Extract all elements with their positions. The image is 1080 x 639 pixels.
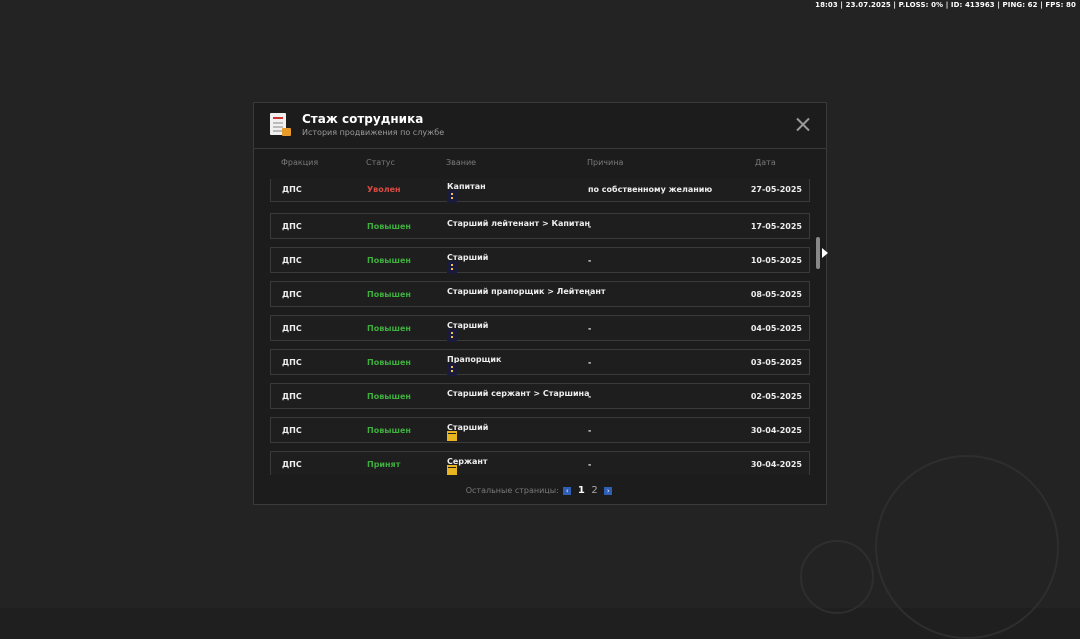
row-status: Уволен [367,185,401,194]
row-status: Повышен [367,222,411,231]
row-reason: - [588,392,592,401]
pagination: Остальные страницы: ‹ 1 2 › [254,485,826,496]
table-row[interactable]: ДПС Повышен Прапорщик - 03-05-2025 [270,349,810,376]
mouse-cursor-icon [822,248,828,258]
speedometer-icon [875,455,1059,639]
row-status: Принят [367,460,401,469]
scrollbar[interactable] [816,237,820,269]
row-date: 27-05-2025 [750,185,802,194]
row-rank: Старший [447,423,488,441]
col-status: Статус [366,158,395,167]
row-status: Повышен [367,290,411,299]
modal-subtitle: История продвижения по службе [302,128,445,137]
modal-header: Стаж сотрудника История продвижения по с… [254,103,826,149]
row-rank: Старший сержант > Старшина [447,389,589,398]
rank-insignia-icon [447,465,457,475]
row-reason: - [588,290,592,299]
row-faction: ДПС [282,460,302,469]
gauge-icon [800,540,874,614]
rank-insignia-icon [447,190,457,203]
row-reason: по собственному желанию [588,185,713,194]
rank-insignia-icon [447,261,457,274]
row-date: 03-05-2025 [750,358,802,367]
row-status: Повышен [367,392,411,401]
row-reason: - [588,426,592,435]
rank-insignia-icon [447,363,457,376]
table-row[interactable]: ДПС Повышен Старший прапорщик > Лейтенант -… [270,281,810,307]
table-row[interactable]: ДПС Повышен Старший - 04-05-2025 [270,315,810,342]
row-faction: ДПС [282,222,302,231]
table-header: Фракция Статус Звание Причина Дата [254,158,826,170]
row-status: Повышен [367,358,411,367]
row-faction: ДПС [282,392,302,401]
table-row[interactable]: ДПС Принят Сержант - 30-04-2025 [270,451,810,475]
row-status: Повышен [367,426,411,435]
page-1-button[interactable]: 1 [578,485,585,496]
table-row[interactable]: ДПС Повышен Старший - 10-05-2025 [270,247,810,274]
row-reason: - [588,358,592,367]
next-page-button[interactable]: › [604,486,613,495]
col-faction: Фракция [281,158,319,167]
table-row[interactable]: ДПС Повышен Старший лейтенант > Капитан - 17… [270,213,810,239]
row-faction: ДПС [282,324,302,333]
row-reason: - [588,222,592,231]
row-rank: Старший прапорщик > Лейтенант [447,287,606,296]
row-faction: ДПС [282,358,302,367]
employee-history-modal: Стаж сотрудника История продвижения по с… [253,102,827,505]
row-rank: Старший лейтенант > Капитан [447,219,590,228]
page-2-button[interactable]: 2 [591,485,597,496]
prev-page-button[interactable]: ‹ [563,486,572,495]
row-faction: ДПС [282,290,302,299]
row-faction: ДПС [282,256,302,265]
row-faction: ДПС [282,185,302,194]
col-date: Дата [755,158,776,167]
row-reason: - [588,460,592,469]
table-row[interactable]: ДПС Повышен Старший - 30-04-2025 [270,417,810,443]
col-reason: Причина [587,158,624,167]
history-list[interactable]: ДПС Уволен Капитан по собственному желанию 2… [270,179,811,475]
row-date: 08-05-2025 [750,290,802,299]
row-rank-text: Старший сержант > Старшина [447,389,590,398]
col-rank: Звание [446,158,477,167]
row-status: Повышен [367,324,411,333]
row-rank: Старший [447,321,488,342]
close-icon[interactable] [796,117,810,131]
row-rank-text: Старший лейтенант > Капитан [447,219,591,228]
table-row[interactable]: ДПС Повышен Старший сержант > Старшина - 02-… [270,383,810,409]
row-rank: Старший [447,253,488,274]
row-rank-text: Старший прапорщик > Лейтенант [447,287,606,296]
row-reason: - [588,256,592,265]
table-row[interactable]: ДПС Уволен Капитан по собственному желанию 2… [270,179,810,203]
modal-title: Стаж сотрудника [302,112,424,126]
row-rank: Капитан [447,182,486,203]
row-rank: Прапорщик [447,355,501,376]
row-status: Повышен [367,256,411,265]
status-bar: 18:03 | 23.07.2025 | P.LOSS: 0% | ID: 41… [815,1,1076,9]
row-date: 10-05-2025 [750,256,802,265]
rank-insignia-icon [447,329,457,342]
row-date: 04-05-2025 [750,324,802,333]
row-date: 30-04-2025 [750,426,802,435]
pager-label: Остальные страницы: [465,486,559,495]
badge-icon [282,128,291,136]
row-reason: - [588,324,592,333]
row-date: 30-04-2025 [750,460,802,469]
row-faction: ДПС [282,426,302,435]
rank-insignia-icon [447,431,457,441]
row-date: 17-05-2025 [750,222,802,231]
row-rank: Сержант [447,457,488,475]
row-date: 02-05-2025 [750,392,802,401]
